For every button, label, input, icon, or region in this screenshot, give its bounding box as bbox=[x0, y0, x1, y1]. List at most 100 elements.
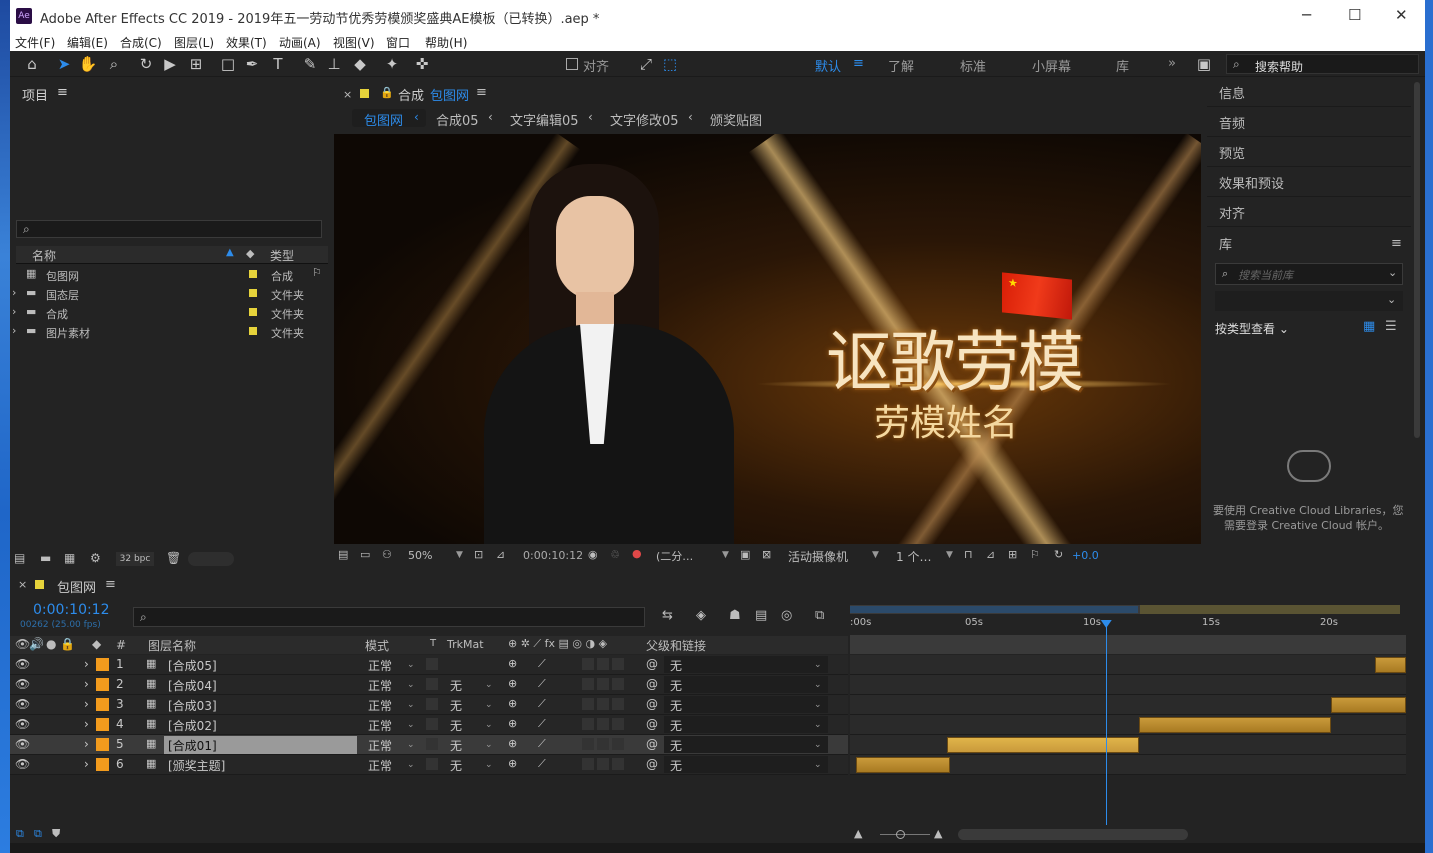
breadcrumb-item[interactable]: 合成05 bbox=[436, 110, 479, 129]
workspace-small-screen[interactable]: 小屏幕 bbox=[1032, 56, 1071, 75]
region-of-interest-icon[interactable]: ▣ bbox=[740, 548, 750, 561]
shy-switch-icon[interactable]: ⊕ bbox=[508, 677, 517, 690]
panel-toggle-icon[interactable]: ▣ bbox=[1194, 54, 1214, 74]
interpret-footage-icon[interactable]: ▤ bbox=[14, 551, 25, 565]
align-panel-tab[interactable]: 对齐 bbox=[1207, 198, 1411, 227]
expand-chevron-icon[interactable]: › bbox=[12, 286, 16, 299]
switch-box[interactable] bbox=[597, 738, 609, 750]
pickwhip-icon[interactable]: @ bbox=[646, 737, 658, 751]
col-layer-name-header[interactable]: 图层名称 bbox=[148, 637, 196, 654]
switch-box[interactable] bbox=[612, 678, 624, 690]
graph-editor-icon[interactable]: ⧉ bbox=[815, 608, 824, 623]
toggle-in-out-icon[interactable]: ⛊ bbox=[52, 827, 60, 841]
eye-icon[interactable]: 👁 bbox=[15, 737, 30, 751]
switch-box[interactable] bbox=[612, 658, 624, 670]
menu-help[interactable]: 帮助(H) bbox=[425, 34, 467, 51]
eye-icon[interactable]: 👁 bbox=[15, 637, 30, 651]
layer-duration-bar[interactable] bbox=[947, 737, 1140, 753]
col-name-header[interactable]: 名称 bbox=[32, 247, 56, 264]
zoom-in-icon[interactable]: ▲ bbox=[934, 827, 942, 840]
pen-tool-icon[interactable]: ✒ bbox=[242, 54, 262, 74]
switch-box[interactable] bbox=[582, 698, 594, 710]
puppet-tool-icon[interactable]: ✜ bbox=[412, 54, 432, 74]
switch-box[interactable] bbox=[582, 658, 594, 670]
effects-presets-panel-tab[interactable]: 效果和预设 bbox=[1207, 168, 1411, 197]
motion-blur-icon[interactable]: ◎ bbox=[781, 608, 792, 623]
pickwhip-icon[interactable]: @ bbox=[646, 657, 658, 671]
workspace-libraries[interactable]: 库 bbox=[1116, 56, 1129, 75]
expand-chevron-icon[interactable]: › bbox=[84, 697, 89, 711]
layer-row[interactable]: 👁 › 4 ▦ [合成02] 正常 ⌄ 无 ⌄ ⊕ ⟋ @ 无 ⌄ bbox=[10, 715, 848, 735]
switch-box[interactable] bbox=[612, 698, 624, 710]
home-icon[interactable]: ⌂ bbox=[22, 54, 42, 74]
composition-viewer[interactable]: ★ 讴歌劳模 劳模姓名 bbox=[334, 134, 1201, 544]
shy-switch-icon[interactable]: ⊕ bbox=[508, 717, 517, 730]
rectangle-tool-icon[interactable]: □ bbox=[218, 54, 238, 74]
color-channels-icon[interactable]: ● bbox=[632, 547, 642, 560]
timeline-tab-name[interactable]: 包图网 bbox=[57, 577, 96, 596]
work-area-bar[interactable] bbox=[850, 605, 1400, 614]
layer-mode-dropdown[interactable]: 正常 bbox=[368, 677, 392, 694]
info-panel-tab[interactable]: 信息 bbox=[1207, 78, 1411, 107]
new-folder-icon[interactable]: ▬ bbox=[40, 551, 51, 565]
vr-goggles-icon[interactable]: ⚇ bbox=[382, 548, 392, 561]
more-workspaces-icon[interactable]: » bbox=[1168, 56, 1176, 71]
switch-box[interactable] bbox=[597, 658, 609, 670]
menu-effect[interactable]: 效果(T) bbox=[226, 34, 267, 51]
preserve-transparency-checkbox[interactable] bbox=[426, 678, 438, 690]
draft-3d-icon[interactable]: ◈ bbox=[696, 608, 706, 623]
timeline-timecode[interactable]: 0:00:10:12 bbox=[33, 602, 110, 618]
label-color-chip[interactable] bbox=[96, 678, 109, 691]
switch-box[interactable] bbox=[597, 678, 609, 690]
selection-tool-icon[interactable]: ➤ bbox=[54, 54, 74, 74]
audio-icon[interactable]: 🔊 bbox=[29, 637, 44, 651]
layer-row[interactable]: 👁 › 6 ▦ [颁奖主题] 正常 ⌄ 无 ⌄ ⊕ ⟋ @ 无 ⌄ bbox=[10, 755, 848, 775]
layer-row[interactable]: 👁 › 5 ▦ [合成01] 正常 ⌄ 无 ⌄ ⊕ ⟋ @ 无 ⌄ bbox=[10, 735, 848, 755]
preview-panel-tab[interactable]: 预览 bbox=[1207, 138, 1411, 167]
pickwhip-icon[interactable]: @ bbox=[646, 697, 658, 711]
project-panel-title[interactable]: 项目 bbox=[22, 85, 48, 104]
label-color-chip[interactable] bbox=[96, 658, 109, 671]
frame-blending-icon[interactable]: ▤ bbox=[755, 608, 767, 623]
libraries-panel-title[interactable]: 库 bbox=[1207, 229, 1411, 258]
lock-icon[interactable]: 🔒 bbox=[60, 637, 75, 651]
eye-icon[interactable]: 👁 bbox=[15, 657, 30, 671]
layer-mode-dropdown[interactable]: 正常 bbox=[368, 737, 392, 754]
composition-mini-flowchart-icon[interactable]: ⇆ bbox=[662, 608, 673, 623]
workspace-learn[interactable]: 了解 bbox=[888, 56, 914, 75]
toggle-transfer-icon[interactable]: ⧉ bbox=[34, 827, 42, 841]
layer-duration-bar[interactable] bbox=[1330, 697, 1406, 713]
menu-animation[interactable]: 动画(A) bbox=[279, 34, 321, 51]
quality-switch-icon[interactable]: ⟋ bbox=[538, 657, 546, 671]
project-settings-icon[interactable]: ⚙ bbox=[90, 551, 101, 565]
switch-box[interactable] bbox=[582, 758, 594, 770]
always-preview-icon[interactable]: ▤ bbox=[338, 548, 348, 561]
zoom-tool-icon[interactable]: ⌕ bbox=[104, 54, 124, 74]
quality-switch-icon[interactable]: ⟋ bbox=[538, 697, 546, 711]
switch-box[interactable] bbox=[597, 718, 609, 730]
pickwhip-icon[interactable]: @ bbox=[646, 677, 658, 691]
switch-box[interactable] bbox=[612, 758, 624, 770]
trkmat-dropdown[interactable]: 无 bbox=[450, 717, 462, 734]
pickwhip-icon[interactable]: @ bbox=[646, 717, 658, 731]
roto-brush-tool-icon[interactable]: ✦ bbox=[382, 54, 402, 74]
trkmat-dropdown[interactable]: 无 bbox=[450, 697, 462, 714]
zoom-out-icon[interactable]: ▲ bbox=[854, 827, 862, 840]
layer-mode-dropdown[interactable]: 正常 bbox=[368, 657, 392, 674]
snapshot-icon[interactable]: ◉ bbox=[588, 548, 598, 561]
shy-switch-icon[interactable]: ⊕ bbox=[508, 757, 517, 770]
library-search-input[interactable]: ⌕ 搜索当前库 ⌄ bbox=[1215, 263, 1403, 285]
layer-mode-dropdown[interactable]: 正常 bbox=[368, 697, 392, 714]
switch-box[interactable] bbox=[612, 718, 624, 730]
expand-chevron-icon[interactable]: › bbox=[84, 677, 89, 691]
preserve-transparency-checkbox[interactable] bbox=[426, 698, 438, 710]
preserve-transparency-checkbox[interactable] bbox=[426, 738, 438, 750]
reset-exposure-icon[interactable]: ↻ bbox=[1054, 548, 1063, 561]
type-tool-icon[interactable]: T bbox=[268, 54, 288, 74]
menu-composition[interactable]: 合成(C) bbox=[120, 34, 162, 51]
layer-mode-dropdown[interactable]: 正常 bbox=[368, 717, 392, 734]
bit-depth-button[interactable]: 32 bpc bbox=[116, 552, 154, 566]
menu-window[interactable]: 窗口 bbox=[386, 34, 410, 51]
view-by-type-dropdown[interactable]: 按类型查看 ⌄ bbox=[1215, 320, 1289, 337]
breadcrumb-item[interactable]: 包图网 bbox=[364, 110, 403, 129]
